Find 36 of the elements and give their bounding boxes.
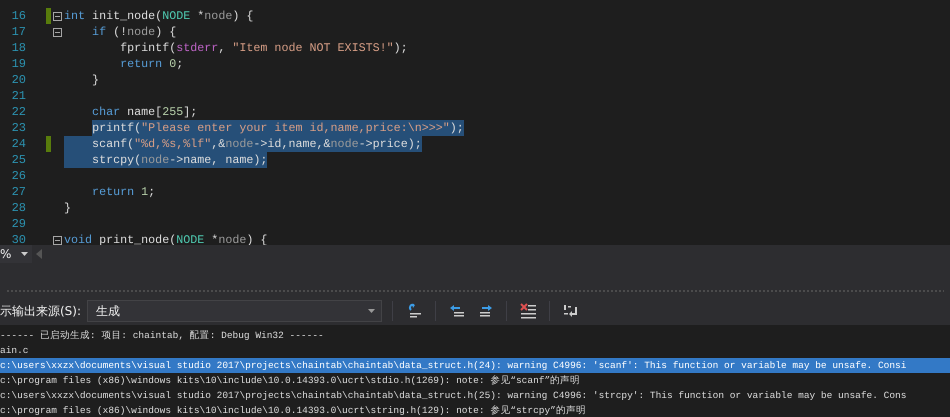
code-line: fprintf(stderr, "Item node NOT EXISTS!"); <box>119 40 408 56</box>
output-source-label: 示输出来源(S): <box>0 302 82 320</box>
line-number: 30 <box>10 233 26 245</box>
line-number: 26 <box>10 169 26 183</box>
line-number: 20 <box>10 73 26 87</box>
line-number: 19 <box>10 57 26 71</box>
line-number: 28 <box>10 201 26 215</box>
line-number: 29 <box>10 217 26 231</box>
line-number: 17 <box>10 25 26 39</box>
line-number: 21 <box>10 89 26 103</box>
line-number: 27 <box>10 185 26 199</box>
line-number: 18 <box>10 41 26 55</box>
output-source-dropdown[interactable]: 生成 <box>87 300 382 322</box>
zoom-dropdown[interactable]: % <box>0 245 32 263</box>
output-line[interactable]: c:\users\xxzx\documents\visual studio 2017\projects\chaintab\chaintab\data_struct.h(25): warning C4996: 'strcpy': This function or variable may be unsafe. Cons <box>0 388 950 403</box>
code-line: return 1; <box>91 184 156 200</box>
line-number: 25 <box>10 153 26 167</box>
line-number: 23 <box>10 121 26 135</box>
caret-icon[interactable] <box>368 309 376 313</box>
output-line[interactable]: c:\program files (x86)\windows kits\10\include\10.0.14393.0\ucrt\string.h(129): note: 参见“strcpy”的声明 <box>0 403 950 417</box>
output-line[interactable]: ------ 已启动生成: 项目: chaintab, 配置: Debug Win32 ------ <box>0 328 950 343</box>
code-line: } <box>91 72 100 88</box>
collapse-icon[interactable] <box>53 28 62 36</box>
output-line[interactable]: ain.c <box>0 343 950 358</box>
collapse-icon[interactable] <box>53 236 62 244</box>
code-line: return 0; <box>119 56 184 72</box>
output-line[interactable]: c:\program files (x86)\windows kits\10\include\10.0.14393.0\ucrt\stdio.h(1269): note: 参见“scanf”的声明 <box>0 373 950 388</box>
line-number: 24 <box>10 137 26 151</box>
collapse-icon[interactable] <box>53 12 62 20</box>
code-line: int init_node(NODE *node) { <box>64 8 254 24</box>
code-line: } <box>64 200 72 216</box>
caret-icon[interactable] <box>21 252 28 256</box>
line-number: 22 <box>10 105 26 119</box>
line-number: 16 <box>10 9 26 23</box>
code-line: char name[255]; <box>91 104 198 120</box>
code-line: if (!node) { <box>91 24 176 40</box>
